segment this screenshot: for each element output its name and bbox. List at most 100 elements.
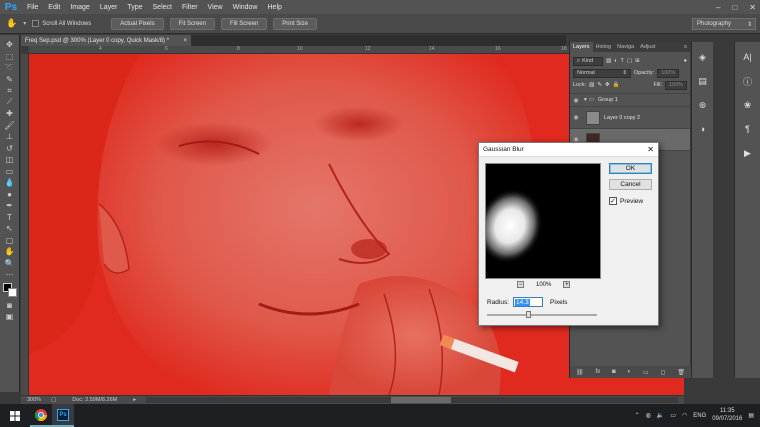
background-color-swatch[interactable] <box>7 287 17 297</box>
history-brush-tool-icon[interactable]: ↺ <box>3 143 17 155</box>
panel-menu-icon[interactable]: ≡ <box>681 42 690 52</box>
clock[interactable]: 11:35 09/07/2016 <box>712 408 742 422</box>
adjustment-layer-icon[interactable]: ◐ <box>627 369 631 375</box>
marquee-tool-icon[interactable]: ⬚ <box>3 51 17 63</box>
timeline-icon[interactable]: ▶ <box>741 146 755 160</box>
clone-stamp-tool-icon[interactable]: ⊥ <box>3 131 17 143</box>
blur-tool-icon[interactable]: 💧 <box>3 177 17 189</box>
quick-selection-tool-icon[interactable]: ✎ <box>3 74 17 86</box>
filter-shape-icon[interactable]: ▢ <box>627 58 632 64</box>
minimize-button[interactable]: – <box>716 3 720 12</box>
close-icon[interactable]: ✕ <box>647 145 654 154</box>
workspace-select[interactable]: Photography ⇕ <box>692 18 756 30</box>
filter-toggle-icon[interactable]: ● <box>684 58 687 64</box>
history-icon[interactable]: ▤ <box>696 74 710 88</box>
scroll-all-windows-checkbox[interactable] <box>32 20 40 27</box>
menu-view[interactable]: View <box>203 4 228 11</box>
filter-preview[interactable] <box>485 163 601 279</box>
fx-icon[interactable]: fx <box>595 369 600 375</box>
new-layer-icon[interactable]: ◻ <box>661 369 666 376</box>
lock-pixels-icon[interactable]: ✎ <box>597 82 602 88</box>
actions-icon[interactable]: ⊛ <box>696 98 710 112</box>
photoshop-taskbar-button[interactable]: Ps <box>52 404 74 427</box>
kind-filter-select[interactable]: ⌕ Kind <box>573 56 603 66</box>
actual-pixels-button[interactable]: Actual Pixels <box>111 17 164 30</box>
close-tab-icon[interactable]: × <box>183 38 187 44</box>
eye-icon[interactable]: ◉ <box>570 97 582 104</box>
properties-icon[interactable]: ◑ <box>696 122 710 136</box>
hand-tool-icon[interactable]: ✋ <box>3 246 17 258</box>
expand-chevron-icon[interactable]: ▾ <box>584 97 587 103</box>
brush-tool-icon[interactable]: 🖌 <box>3 120 17 132</box>
screen-mode-icon[interactable]: ▣ <box>3 311 17 323</box>
eraser-tool-icon[interactable]: ◫ <box>3 154 17 166</box>
hand-tool-icon[interactable]: ✋ <box>6 18 17 29</box>
brush-presets-icon[interactable]: ¶ <box>741 122 755 136</box>
zoom-in-button[interactable]: + <box>563 281 571 288</box>
start-button[interactable] <box>0 404 30 427</box>
move-tool-icon[interactable]: ✥ <box>3 39 17 51</box>
show-hidden-icons-icon[interactable]: ⌃ <box>635 412 640 419</box>
menu-type[interactable]: Type <box>122 4 147 11</box>
fill-screen-button[interactable]: Fill Screen <box>220 17 268 30</box>
menu-select[interactable]: Select <box>148 4 177 11</box>
color-icon[interactable]: ❀ <box>741 98 755 112</box>
menu-edit[interactable]: Edit <box>43 4 65 11</box>
zoom-level[interactable]: 300% <box>21 397 47 403</box>
print-size-button[interactable]: Print Size <box>273 17 317 30</box>
fit-screen-button[interactable]: Fit Screen <box>169 17 215 30</box>
preview-checkbox[interactable]: ✓ <box>609 197 617 205</box>
quick-mask-icon[interactable]: ◙ <box>3 300 17 312</box>
zoom-tool-icon[interactable]: 🔍 <box>3 258 17 270</box>
layer-comps-icon[interactable]: ◈ <box>696 50 710 64</box>
new-group-icon[interactable]: ▭ <box>643 369 649 376</box>
cancel-button[interactable]: Cancel <box>609 179 652 190</box>
layer-row-group[interactable]: ◉ ▾ ▭ Group 1 <box>570 94 690 107</box>
tab-layers[interactable]: Layers <box>570 42 593 52</box>
gradient-tool-icon[interactable]: ▭ <box>3 166 17 178</box>
filter-smart-object-icon[interactable]: ⊞ <box>635 58 640 64</box>
language-indicator[interactable]: ENG <box>693 413 706 419</box>
dodge-tool-icon[interactable]: ● <box>3 189 17 201</box>
type-tool-icon[interactable]: T <box>3 212 17 224</box>
crop-tool-icon[interactable]: ⌗ <box>3 85 17 97</box>
filter-type-icon[interactable]: T <box>621 58 624 64</box>
export-icon[interactable]: ▢ <box>47 397 60 403</box>
tool-preset-chevron-icon[interactable]: ▾ <box>23 20 26 27</box>
maximize-button[interactable]: □ <box>732 3 737 12</box>
tab-navigator[interactable]: Naviga <box>614 42 637 52</box>
status-menu-chevron-icon[interactable]: ▸ <box>129 397 140 403</box>
add-mask-icon[interactable]: ◙ <box>612 369 616 375</box>
filter-adjustment-icon[interactable]: ◐ <box>614 58 617 64</box>
notifications-icon[interactable]: ▤ <box>748 412 754 419</box>
ok-button[interactable]: OK <box>609 163 652 174</box>
lock-transparent-icon[interactable]: ▨ <box>589 82 594 88</box>
path-selection-tool-icon[interactable]: ↖ <box>3 223 17 235</box>
pen-tool-icon[interactable]: ✒ <box>3 200 17 212</box>
lock-position-icon[interactable]: ✥ <box>605 82 610 88</box>
delete-layer-icon[interactable]: 🗑 <box>677 369 685 376</box>
lasso-tool-icon[interactable]: ➰ <box>3 62 17 74</box>
radius-slider-track[interactable] <box>487 311 597 318</box>
network-icon[interactable]: ◍ <box>646 412 651 419</box>
character-icon[interactable]: A| <box>741 50 755 64</box>
blend-mode-select[interactable]: Normal ⇕ <box>573 68 631 78</box>
fill-field[interactable]: 100% <box>665 80 687 90</box>
more-tools-icon[interactable]: ⋯ <box>3 269 17 281</box>
lock-all-icon[interactable]: 🔒 <box>613 82 620 88</box>
filter-pixel-icon[interactable]: ▨ <box>606 58 611 64</box>
horizontal-scrollbar[interactable] <box>145 397 678 403</box>
menu-image[interactable]: Image <box>65 4 94 11</box>
menu-help[interactable]: Help <box>263 4 287 11</box>
link-layers-icon[interactable]: ⛓ <box>576 369 584 376</box>
tab-histogram[interactable]: Histog <box>593 42 615 52</box>
zoom-out-button[interactable]: − <box>517 281 524 288</box>
battery-icon[interactable]: ▭ <box>670 412 676 419</box>
layer-row[interactable]: ◉ Layer 0 copy 2 <box>570 107 690 129</box>
eye-icon[interactable]: ◉ <box>570 114 582 121</box>
info-icon[interactable]: ⓘ <box>741 74 755 88</box>
scrollbar-thumb[interactable] <box>390 397 451 403</box>
shape-tool-icon[interactable]: ▢ <box>3 235 17 247</box>
menu-layer[interactable]: Layer <box>95 4 123 11</box>
eyedropper-tool-icon[interactable]: ⟋ <box>3 97 17 109</box>
